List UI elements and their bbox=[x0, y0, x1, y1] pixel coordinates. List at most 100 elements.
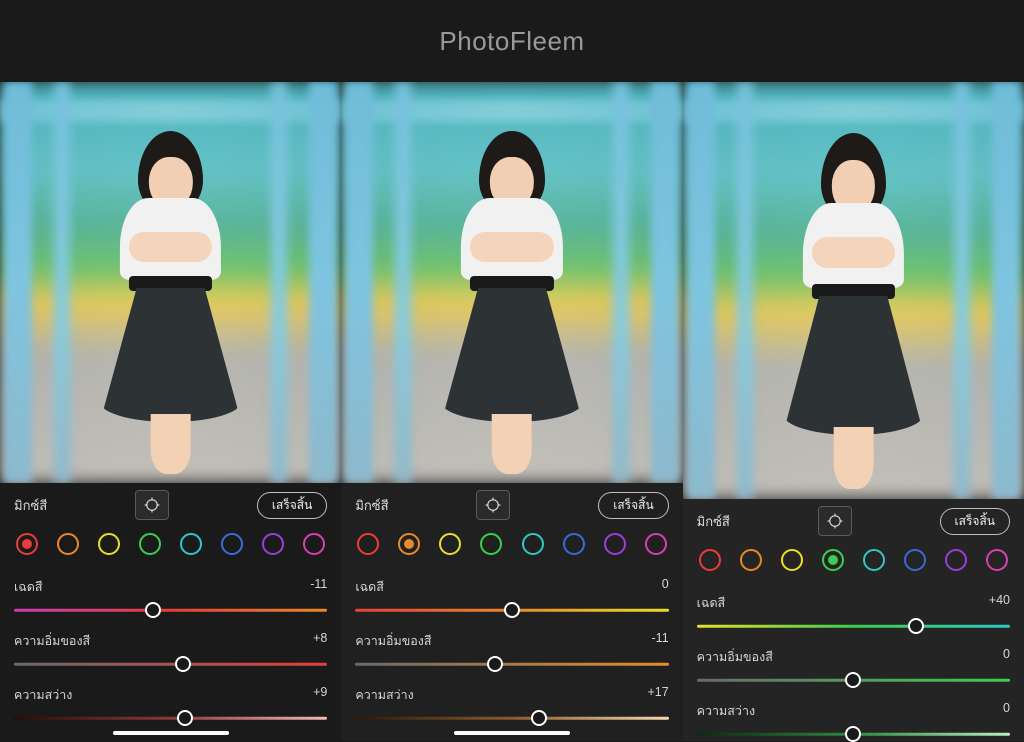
slider-group: เฉดสี0ความอิ่มของสี-11ความสว่าง+17 bbox=[355, 567, 668, 725]
swatch-green[interactable] bbox=[822, 549, 844, 571]
saturation-slider-track bbox=[14, 663, 327, 666]
background-pillar bbox=[309, 82, 337, 483]
swatch-red[interactable] bbox=[699, 549, 721, 571]
subject-legs bbox=[492, 414, 532, 474]
saturation-label: ความอิ่มของสี bbox=[355, 631, 431, 651]
targeted-adjustment-button[interactable] bbox=[476, 490, 510, 520]
swatch-green[interactable] bbox=[480, 533, 502, 555]
hue-slider[interactable] bbox=[355, 603, 668, 617]
swatch-green[interactable] bbox=[139, 533, 161, 555]
luminance-slider-track bbox=[355, 717, 668, 720]
background-pillar bbox=[687, 82, 715, 499]
photo-preview[interactable] bbox=[0, 82, 341, 483]
hue-slider-track bbox=[14, 609, 327, 612]
luminance-slider-track bbox=[14, 717, 327, 720]
hue-value: 0 bbox=[662, 577, 669, 597]
hue-slider-thumb[interactable] bbox=[504, 602, 520, 618]
swatch-aqua[interactable] bbox=[522, 533, 544, 555]
swatch-aqua[interactable] bbox=[863, 549, 885, 571]
color-swatch-row bbox=[355, 525, 668, 567]
swatch-orange[interactable] bbox=[57, 533, 79, 555]
swatch-orange[interactable] bbox=[740, 549, 762, 571]
swatch-yellow[interactable] bbox=[781, 549, 803, 571]
saturation-slider-thumb[interactable] bbox=[487, 656, 503, 672]
luminance-slider-thumb[interactable] bbox=[177, 710, 193, 726]
luminance-label: ความสว่าง bbox=[355, 685, 413, 705]
saturation-slider-thumb[interactable] bbox=[845, 672, 861, 688]
swatch-magenta[interactable] bbox=[303, 533, 325, 555]
subject-skirt bbox=[100, 288, 241, 422]
hue-slider-track bbox=[697, 625, 1010, 628]
saturation-slider[interactable] bbox=[697, 673, 1010, 687]
subject-skirt bbox=[783, 296, 924, 436]
background-pillar bbox=[271, 82, 287, 483]
targeted-adjustment-button[interactable] bbox=[818, 506, 852, 536]
photo-preview[interactable] bbox=[341, 82, 682, 483]
home-indicator[interactable] bbox=[454, 731, 570, 735]
luminance-slider[interactable] bbox=[14, 711, 327, 725]
targeted-adjustment-button[interactable] bbox=[135, 490, 169, 520]
swatch-aqua[interactable] bbox=[180, 533, 202, 555]
saturation-label-row: ความอิ่มของสี0 bbox=[697, 647, 1010, 667]
color-mix-controls: มิกซ์สีเสร็จสิ้นเฉดสี0ความอิ่มของสี-11คว… bbox=[341, 483, 682, 741]
saturation-slider-row: ความอิ่มของสี0 bbox=[697, 647, 1010, 687]
brand-title: PhotoFleem bbox=[439, 26, 584, 57]
color-mix-controls: มิกซ์สีเสร็จสิ้นเฉดสี+40 ความอิ่มของสี0คว… bbox=[683, 499, 1024, 741]
hue-slider-thumb[interactable] bbox=[145, 602, 161, 618]
color-mix-header-row: มิกซ์สีเสร็จสิ้น bbox=[14, 483, 327, 525]
swatch-blue[interactable] bbox=[563, 533, 585, 555]
swatch-purple[interactable] bbox=[262, 533, 284, 555]
luminance-slider-thumb[interactable] bbox=[845, 726, 861, 742]
background-pillar bbox=[4, 82, 32, 483]
target-icon bbox=[484, 496, 502, 514]
swatch-yellow[interactable] bbox=[98, 533, 120, 555]
luminance-slider[interactable] bbox=[355, 711, 668, 725]
saturation-label: ความอิ่มของสี bbox=[697, 647, 773, 667]
done-button[interactable]: เสร็จสิ้น bbox=[940, 508, 1010, 535]
luminance-label-row: ความสว่าง+9 bbox=[14, 685, 327, 705]
photo-subject bbox=[422, 116, 603, 483]
saturation-slider[interactable] bbox=[355, 657, 668, 671]
hue-value: +40 bbox=[989, 593, 1010, 613]
luminance-slider[interactable] bbox=[697, 727, 1010, 741]
background-pillar bbox=[395, 82, 411, 483]
swatch-orange[interactable] bbox=[398, 533, 420, 555]
subject-arm bbox=[470, 232, 553, 262]
subject-skirt bbox=[441, 288, 582, 422]
hue-slider-row: เฉดสี+40 bbox=[697, 593, 1010, 633]
saturation-value: +8 bbox=[313, 631, 327, 651]
home-indicator[interactable] bbox=[113, 731, 229, 735]
saturation-value: -11 bbox=[652, 631, 669, 651]
swatch-magenta[interactable] bbox=[986, 549, 1008, 571]
swatch-magenta[interactable] bbox=[645, 533, 667, 555]
swatch-blue[interactable] bbox=[904, 549, 926, 571]
done-button[interactable]: เสร็จสิ้น bbox=[598, 492, 668, 519]
luminance-slider-thumb[interactable] bbox=[531, 710, 547, 726]
saturation-slider-thumb[interactable] bbox=[175, 656, 191, 672]
photo-preview[interactable] bbox=[683, 82, 1024, 499]
luminance-label: ความสว่าง bbox=[14, 685, 72, 705]
saturation-slider[interactable] bbox=[14, 657, 327, 671]
color-mix-header-row: มิกซ์สีเสร็จสิ้น bbox=[697, 499, 1010, 541]
swatch-blue[interactable] bbox=[221, 533, 243, 555]
subject-legs bbox=[151, 414, 191, 474]
saturation-label-row: ความอิ่มของสี -11 bbox=[355, 631, 668, 651]
swatch-red[interactable] bbox=[16, 533, 38, 555]
photo-subject bbox=[763, 117, 944, 499]
background-pillar bbox=[54, 82, 70, 483]
color-mix-header-row: มิกซ์สีเสร็จสิ้น bbox=[355, 483, 668, 525]
swatch-purple[interactable] bbox=[604, 533, 626, 555]
color-swatch-row bbox=[14, 525, 327, 567]
swatch-purple[interactable] bbox=[945, 549, 967, 571]
done-button[interactable]: เสร็จสิ้น bbox=[257, 492, 327, 519]
swatch-yellow[interactable] bbox=[439, 533, 461, 555]
subject-arm bbox=[129, 232, 212, 262]
photo-subject bbox=[80, 116, 261, 483]
hue-slider[interactable] bbox=[697, 619, 1010, 633]
saturation-slider-row: ความอิ่มของสี -11 bbox=[355, 631, 668, 671]
hue-label-row: เฉดสี-11 bbox=[14, 577, 327, 597]
swatch-red[interactable] bbox=[357, 533, 379, 555]
hue-slider-thumb[interactable] bbox=[908, 618, 924, 634]
hue-slider[interactable] bbox=[14, 603, 327, 617]
background-pillar bbox=[992, 82, 1020, 499]
